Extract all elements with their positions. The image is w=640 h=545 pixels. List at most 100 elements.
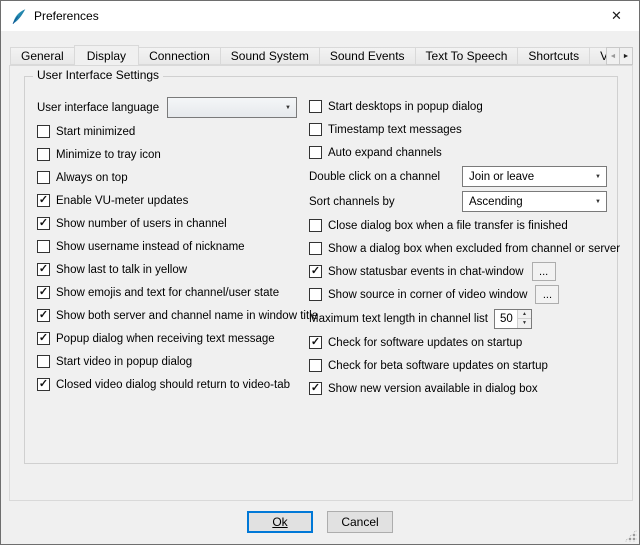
checkbox[interactable] bbox=[37, 171, 50, 184]
right-top-checkbox-list: Start desktops in popup dialog Timestamp… bbox=[309, 95, 607, 164]
sort-channels-row: Sort channels by Ascending ▼ bbox=[309, 189, 607, 214]
statusbar-events-browse-button[interactable]: ... bbox=[532, 262, 556, 281]
window-title: Preferences bbox=[34, 9, 99, 23]
checkbox-label: Close dialog box when a file transfer is… bbox=[328, 220, 568, 232]
checkbox-row[interactable]: Show number of users in channel bbox=[37, 212, 297, 235]
tab-pane-display: User Interface Settings User interface l… bbox=[9, 65, 633, 501]
checkbox-row[interactable]: Check for beta software updates on start… bbox=[309, 354, 607, 377]
checkbox-label: Enable VU-meter updates bbox=[56, 195, 188, 207]
checkbox[interactable] bbox=[37, 240, 50, 253]
checkbox-row[interactable]: Show both server and channel name in win… bbox=[37, 304, 297, 327]
checkbox[interactable] bbox=[309, 265, 322, 278]
tab-label: Sound System bbox=[231, 49, 309, 63]
checkbox[interactable] bbox=[37, 378, 50, 391]
checkbox[interactable] bbox=[37, 148, 50, 161]
tab[interactable]: Video bbox=[589, 47, 606, 65]
ok-button[interactable]: Ok bbox=[247, 511, 313, 533]
tab-label: Shortcuts bbox=[528, 49, 579, 63]
tab[interactable]: Display bbox=[74, 45, 139, 65]
chevron-down-icon: ▼ bbox=[590, 199, 606, 205]
checkbox-label: Show statusbar events in chat-window bbox=[328, 266, 524, 278]
checkbox-row[interactable]: Show a dialog box when excluded from cha… bbox=[309, 237, 607, 260]
spin-down-icon[interactable]: ▼ bbox=[518, 319, 531, 328]
cancel-button-label: Cancel bbox=[341, 515, 378, 529]
checkbox[interactable] bbox=[309, 336, 322, 349]
sort-channels-label: Sort channels by bbox=[309, 196, 395, 208]
checkbox-row[interactable]: Minimize to tray icon bbox=[37, 143, 297, 166]
tab-label: Connection bbox=[149, 49, 210, 63]
checkbox-row[interactable]: Start desktops in popup dialog bbox=[309, 95, 607, 118]
tab[interactable]: Sound System bbox=[220, 47, 320, 65]
checkbox-row[interactable]: Popup dialog when receiving text message bbox=[37, 327, 297, 350]
tab[interactable]: General bbox=[10, 47, 75, 65]
checkbox[interactable] bbox=[309, 219, 322, 232]
app-icon bbox=[9, 7, 27, 25]
checkbox-row[interactable]: Timestamp text messages bbox=[309, 118, 607, 141]
checkbox[interactable] bbox=[309, 359, 322, 372]
tab-scroll-right-button[interactable]: ► bbox=[619, 47, 633, 65]
tab-label: General bbox=[21, 49, 64, 63]
tab[interactable]: Shortcuts bbox=[517, 47, 590, 65]
checkbox[interactable] bbox=[37, 286, 50, 299]
checkbox-row[interactable]: Enable VU-meter updates bbox=[37, 189, 297, 212]
checkbox-row[interactable]: Close dialog box when a file transfer is… bbox=[309, 214, 607, 237]
checkbox[interactable] bbox=[37, 194, 50, 207]
double-click-row: Double click on a channel Join or leave … bbox=[309, 164, 607, 189]
statusbar-events-row[interactable]: Show statusbar events in chat-window ... bbox=[309, 260, 607, 283]
language-combobox[interactable]: ▼ bbox=[167, 97, 297, 118]
checkbox[interactable] bbox=[309, 242, 322, 255]
group-legend: User Interface Settings bbox=[33, 68, 163, 82]
tab[interactable]: Text To Speech bbox=[415, 47, 519, 65]
checkbox[interactable] bbox=[37, 309, 50, 322]
checkbox-row[interactable]: Start minimized bbox=[37, 120, 297, 143]
checkbox-label: Show username instead of nickname bbox=[56, 241, 245, 253]
right-column: Start desktops in popup dialog Timestamp… bbox=[309, 95, 607, 400]
checkbox-row[interactable]: Check for software updates on startup bbox=[309, 331, 607, 354]
checkbox-row[interactable]: Show username instead of nickname bbox=[37, 235, 297, 258]
tab[interactable]: Connection bbox=[138, 47, 221, 65]
checkbox-row[interactable]: Start video in popup dialog bbox=[37, 350, 297, 373]
checkbox-row[interactable]: Show new version available in dialog box bbox=[309, 377, 607, 400]
checkbox[interactable] bbox=[37, 263, 50, 276]
checkbox[interactable] bbox=[37, 125, 50, 138]
checkbox-label: Start desktops in popup dialog bbox=[328, 101, 483, 113]
checkbox-label: Auto expand channels bbox=[328, 147, 442, 159]
video-source-row[interactable]: Show source in corner of video window ..… bbox=[309, 283, 607, 306]
checkbox-row[interactable]: Always on top bbox=[37, 166, 297, 189]
video-source-browse-button[interactable]: ... bbox=[535, 285, 559, 304]
dialog-button-row: Ok Cancel bbox=[1, 511, 639, 533]
close-button[interactable]: ✕ bbox=[594, 1, 639, 31]
tab-label: Text To Speech bbox=[426, 49, 508, 63]
checkbox-label: Show last to talk in yellow bbox=[56, 264, 187, 276]
language-label: User interface language bbox=[37, 102, 159, 114]
preferences-window: Preferences ✕ General Display Connection… bbox=[0, 0, 640, 545]
settings-columns: User interface language ▼ Start minimize… bbox=[25, 77, 617, 400]
checkbox-label: Show a dialog box when excluded from cha… bbox=[328, 243, 620, 255]
tab-scroll-left-button[interactable]: ◄ bbox=[606, 47, 620, 65]
checkbox-label: Check for beta software updates on start… bbox=[328, 360, 548, 372]
checkbox-label: Show source in corner of video window bbox=[328, 289, 527, 301]
checkbox-label: Start video in popup dialog bbox=[56, 356, 192, 368]
cancel-button[interactable]: Cancel bbox=[327, 511, 393, 533]
checkbox[interactable] bbox=[309, 100, 322, 113]
double-click-value: Join or leave bbox=[463, 171, 590, 183]
max-text-length-row: Maximum text length in channel list 50 ▲… bbox=[309, 306, 607, 331]
checkbox[interactable] bbox=[37, 217, 50, 230]
checkbox[interactable] bbox=[309, 123, 322, 136]
checkbox[interactable] bbox=[309, 146, 322, 159]
max-text-length-spinner[interactable]: 50 ▲ ▼ bbox=[494, 309, 532, 329]
double-click-combobox[interactable]: Join or leave ▼ bbox=[462, 166, 607, 187]
checkbox-row[interactable]: Closed video dialog should return to vid… bbox=[37, 373, 297, 396]
checkbox-label: Check for software updates on startup bbox=[328, 337, 522, 349]
checkbox-row[interactable]: Show last to talk in yellow bbox=[37, 258, 297, 281]
sort-channels-combobox[interactable]: Ascending ▼ bbox=[462, 191, 607, 212]
spin-up-icon[interactable]: ▲ bbox=[518, 310, 531, 320]
checkbox[interactable] bbox=[309, 382, 322, 395]
checkbox-row[interactable]: Auto expand channels bbox=[309, 141, 607, 164]
checkbox-row[interactable]: Show emojis and text for channel/user st… bbox=[37, 281, 297, 304]
tab[interactable]: Sound Events bbox=[319, 47, 416, 65]
checkbox[interactable] bbox=[309, 288, 322, 301]
checkbox[interactable] bbox=[37, 332, 50, 345]
group-user-interface-settings: User Interface Settings User interface l… bbox=[24, 76, 618, 464]
checkbox[interactable] bbox=[37, 355, 50, 368]
